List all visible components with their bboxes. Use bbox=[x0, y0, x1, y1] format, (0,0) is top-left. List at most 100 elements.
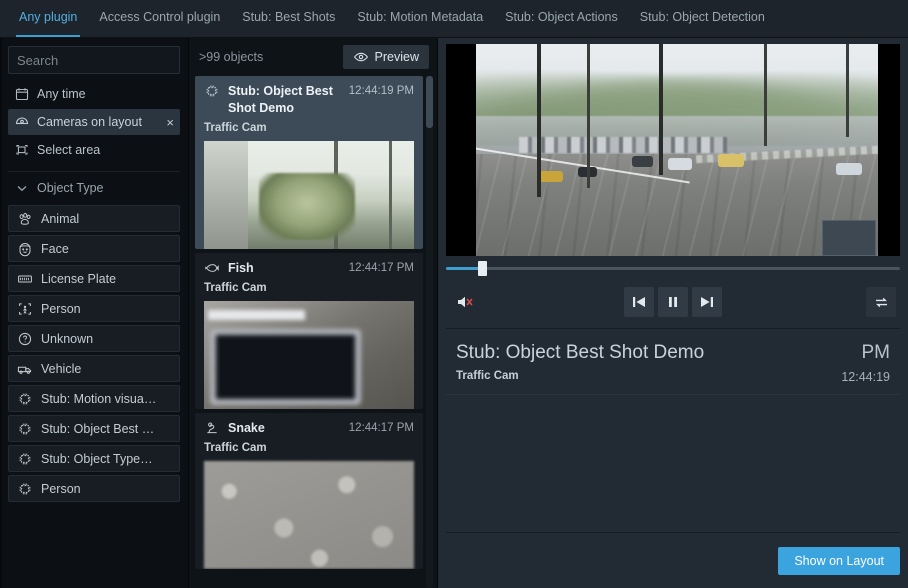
video-pole bbox=[763, 44, 767, 146]
plugin-tab-bar: Any plugin Access Control plugin Stub: B… bbox=[0, 0, 908, 38]
video-car bbox=[668, 158, 693, 171]
object-type-label: Vehicle bbox=[41, 361, 82, 376]
results-scrollbar-thumb[interactable] bbox=[426, 76, 433, 128]
tab-label: Stub: Best Shots bbox=[242, 10, 336, 24]
object-type-label: Stub: Object Type… bbox=[41, 451, 153, 466]
result-card-title: Stub: Object Best Shot Demo bbox=[228, 84, 333, 115]
video-overlay-box bbox=[822, 220, 876, 256]
next-button[interactable] bbox=[692, 287, 722, 317]
filter-label: Any time bbox=[37, 87, 86, 101]
result-card-thumbnail[interactable] bbox=[204, 461, 414, 569]
result-card-header: Snake 12:44:17 PM bbox=[204, 420, 414, 437]
result-card-camera: Traffic Cam bbox=[204, 442, 267, 454]
tab-any-plugin[interactable]: Any plugin bbox=[8, 0, 88, 37]
filter-label: Cameras on layout bbox=[37, 115, 142, 129]
mute-button[interactable] bbox=[450, 287, 480, 317]
search-input[interactable] bbox=[17, 52, 171, 68]
video-letterbox-left bbox=[446, 44, 476, 256]
results-list[interactable]: Stub: Object Best Shot Demo 12:44:19 PM … bbox=[189, 76, 437, 588]
preview-toggle-button[interactable]: Preview bbox=[342, 45, 429, 69]
results-scrollbar[interactable] bbox=[426, 76, 433, 588]
seek-handle[interactable] bbox=[478, 260, 488, 276]
results-count: >99 objects bbox=[199, 50, 264, 64]
object-type-label: Face bbox=[41, 241, 69, 256]
result-card[interactable]: Stub: Object Best Shot Demo 12:44:19 PM … bbox=[195, 76, 423, 249]
window-body: Any time Cameras on layout × bbox=[0, 38, 908, 588]
object-type-stub-object-best-shot[interactable]: Stub: Object Best … bbox=[8, 415, 180, 442]
result-card[interactable]: Snake 12:44:17 PM Traffic Cam bbox=[195, 413, 423, 569]
object-type-stub-motion-visualization[interactable]: Stub: Motion visua… bbox=[8, 385, 180, 412]
result-card-thumbnail[interactable] bbox=[204, 301, 414, 409]
result-card-time: 12:44:17 PM bbox=[348, 262, 414, 274]
results-header: >99 objects Preview bbox=[189, 38, 437, 76]
object-clock: 12:44:19 bbox=[841, 370, 890, 384]
chip-icon bbox=[204, 83, 220, 99]
chip-icon bbox=[17, 451, 33, 467]
object-camera: Traffic Cam bbox=[456, 370, 519, 382]
video-pole bbox=[536, 44, 541, 197]
show-on-layout-button[interactable]: Show on Layout bbox=[778, 546, 900, 575]
vehicle-icon bbox=[17, 361, 33, 377]
face-icon bbox=[17, 241, 33, 257]
tab-access-control-plugin[interactable]: Access Control plugin bbox=[88, 0, 231, 37]
result-card-header: Stub: Object Best Shot Demo 12:44:19 PM bbox=[204, 83, 414, 117]
video-car bbox=[632, 156, 654, 168]
object-type-vehicle[interactable]: Vehicle bbox=[8, 355, 180, 382]
play-pause-button[interactable] bbox=[658, 287, 688, 317]
object-type-face[interactable]: Face bbox=[8, 235, 180, 262]
tab-label: Access Control plugin bbox=[99, 10, 221, 24]
chip-icon bbox=[17, 391, 33, 407]
plugin-search-window: Any plugin Access Control plugin Stub: B… bbox=[0, 0, 908, 588]
window-left-edge bbox=[0, 38, 2, 588]
preview-button-label: Preview bbox=[374, 50, 419, 64]
video-pole bbox=[659, 44, 664, 176]
object-type-animal[interactable]: Animal bbox=[8, 205, 180, 232]
result-card-time: 12:44:17 PM bbox=[348, 422, 414, 434]
object-type-person[interactable]: Person bbox=[8, 295, 180, 322]
filter-select-area[interactable]: Select area bbox=[8, 137, 180, 163]
search-field[interactable] bbox=[8, 46, 180, 74]
seek-bar[interactable] bbox=[446, 256, 900, 280]
result-card-title: Fish bbox=[228, 261, 254, 275]
video-player bbox=[438, 38, 908, 256]
seek-track[interactable] bbox=[446, 260, 900, 276]
previous-button[interactable] bbox=[624, 287, 654, 317]
section-object-type[interactable]: Object Type bbox=[8, 176, 180, 200]
object-type-unknown[interactable]: Unknown bbox=[8, 325, 180, 352]
license-plate-icon bbox=[17, 271, 33, 287]
object-type-stub-person[interactable]: Person bbox=[8, 475, 180, 502]
eye-icon bbox=[353, 49, 369, 65]
object-title: Stub: Object Best Shot Demo bbox=[456, 342, 705, 363]
filter-cameras-on-layout[interactable]: Cameras on layout × bbox=[8, 109, 180, 135]
video-car bbox=[718, 154, 745, 168]
person-icon bbox=[17, 301, 33, 317]
filter-sidebar: Any time Cameras on layout × bbox=[0, 38, 189, 588]
tab-stub-object-detection[interactable]: Stub: Object Detection bbox=[629, 0, 776, 37]
filter-any-time[interactable]: Any time bbox=[8, 81, 180, 107]
result-card[interactable]: Fish 12:44:17 PM Traffic Cam bbox=[195, 253, 423, 409]
filter-label: Select area bbox=[37, 143, 101, 157]
tab-stub-best-shots[interactable]: Stub: Best Shots bbox=[231, 0, 346, 37]
object-detail-text: Stub: Object Best Shot Demo Traffic Cam bbox=[456, 341, 831, 382]
result-card-thumbnail[interactable] bbox=[204, 141, 414, 249]
object-type-stub-object-type[interactable]: Stub: Object Type… bbox=[8, 445, 180, 472]
chip-icon bbox=[17, 481, 33, 497]
tab-stub-motion-metadata[interactable]: Stub: Motion Metadata bbox=[346, 0, 494, 37]
tab-label: Stub: Object Detection bbox=[639, 10, 765, 24]
object-attributes-area bbox=[446, 394, 900, 532]
preview-panel: Stub: Object Best Shot Demo Traffic Cam … bbox=[438, 38, 908, 588]
close-icon[interactable]: × bbox=[166, 115, 174, 130]
object-type-label: Animal bbox=[41, 211, 80, 226]
repeat-button[interactable] bbox=[866, 287, 896, 317]
video-letterbox-right bbox=[878, 44, 900, 256]
chevron-down-icon bbox=[14, 180, 30, 196]
tab-label: Stub: Object Actions bbox=[505, 10, 618, 24]
tab-stub-object-actions[interactable]: Stub: Object Actions bbox=[494, 0, 629, 37]
object-type-license-plate[interactable]: License Plate bbox=[8, 265, 180, 292]
object-type-label: Person bbox=[41, 481, 81, 496]
video-surface[interactable] bbox=[446, 44, 900, 256]
video-pole bbox=[586, 44, 590, 189]
video-parked-cars bbox=[518, 137, 728, 154]
result-card-title: Snake bbox=[228, 421, 265, 435]
object-type-label: License Plate bbox=[41, 271, 117, 286]
